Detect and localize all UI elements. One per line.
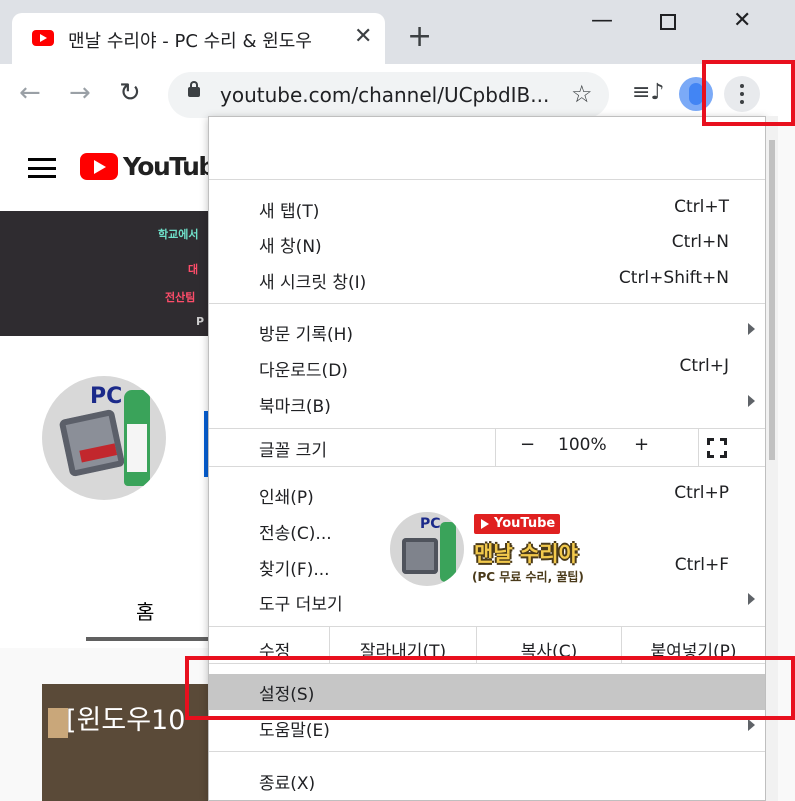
menu-item-shortcut: Ctrl+P — [674, 483, 729, 503]
menu-separator — [209, 466, 765, 467]
menu-item-label: 전송(C)... — [259, 524, 332, 544]
tab-home-underline — [86, 637, 210, 641]
watermark-avatar: PC — [388, 510, 466, 588]
bottle-icon — [440, 522, 456, 582]
menu-separator — [209, 751, 765, 752]
screen: 맨날 수리야 - PC 수리 & 윈도우 ✕ + — ✕ ← → ↻ youtu… — [0, 0, 795, 801]
channel-watermark: PC YouTube 맨날 수리야 (PC 무료 수리, 꿀팁) — [388, 510, 628, 590]
menu-item-bookmarks[interactable]: 북마크(B) — [209, 386, 765, 422]
menu-item-incognito[interactable]: 새 시크릿 창(I) Ctrl+Shift+N — [209, 262, 765, 298]
watermark-channel-name: 맨날 수리야 — [474, 542, 578, 566]
minimize-button[interactable]: — — [591, 8, 613, 34]
menu-item-shortcut: Ctrl+F — [674, 555, 729, 575]
url-text[interactable]: youtube.com/channel/UCpbdIB... — [220, 83, 560, 107]
forward-button[interactable]: → — [69, 78, 91, 108]
channel-banner: 학교에서 대 전산팀 P — [0, 211, 210, 336]
robot-icon — [402, 538, 438, 574]
menu-separator — [209, 179, 765, 180]
zoom-controls: − 100% + — [495, 429, 699, 466]
menu-item-label: 새 시크릿 창(I) — [259, 273, 367, 293]
menu-item-label: 종료(X) — [259, 774, 316, 794]
avatar-pc-text: PC — [90, 384, 123, 409]
menu-item-shortcut: Ctrl+T — [674, 197, 729, 217]
fullscreen-icon[interactable] — [707, 438, 727, 458]
zoom-label: 글꼴 크기 — [259, 441, 327, 461]
menu-item-exit[interactable]: 종료(X) — [209, 763, 765, 799]
thumbnail-tag — [48, 708, 68, 738]
chevron-right-icon — [748, 719, 755, 731]
zoom-out-button[interactable]: − — [520, 434, 535, 455]
maximize-button[interactable] — [660, 14, 676, 30]
menu-item-shortcut: Ctrl+N — [671, 232, 729, 252]
browser-tab[interactable]: 맨날 수리야 - PC 수리 & 윈도우 ✕ — [12, 13, 385, 64]
menu-item-new-tab[interactable]: 새 탭(T) Ctrl+T — [209, 191, 765, 227]
watermark-subtitle: (PC 무료 수리, 꿀팁) — [472, 570, 584, 584]
menu-item-shortcut: Ctrl+Shift+N — [618, 268, 729, 288]
menu-item-label: 다운로드(D) — [259, 361, 348, 381]
back-button[interactable]: ← — [19, 78, 41, 108]
highlight-menu-button — [702, 60, 795, 126]
menu-item-label: 새 창(N) — [259, 237, 322, 257]
zoom-level: 100% — [558, 435, 607, 455]
menu-item-label: 도구 더보기 — [259, 595, 343, 615]
channel-avatar[interactable]: PC — [42, 376, 166, 500]
youtube-favicon-icon — [32, 30, 54, 46]
menu-item-label: 새 탭(T) — [259, 202, 320, 222]
media-control-icon[interactable]: ≡♪ — [632, 80, 664, 106]
chevron-right-icon — [748, 323, 755, 335]
menu-item-print[interactable]: 인쇄(P) Ctrl+P — [209, 477, 765, 513]
menu-item-label: 인쇄(P) — [259, 488, 314, 508]
channel-info: PC — [0, 336, 210, 648]
menu-separator — [209, 303, 765, 304]
menu-item-label: 찾기(F)... — [259, 560, 330, 580]
menu-item-shortcut: Ctrl+J — [679, 356, 729, 376]
close-tab-icon[interactable]: ✕ — [354, 25, 372, 49]
menu-item-new-window[interactable]: 새 창(N) Ctrl+N — [209, 226, 765, 262]
chevron-right-icon — [748, 593, 755, 605]
chevron-right-icon — [748, 395, 755, 407]
video-title: [윈도우10 — [66, 705, 186, 736]
banner-text: 대 — [188, 263, 199, 276]
bookmark-star-icon[interactable]: ☆ — [571, 80, 593, 108]
tab-title: 맨날 수리야 - PC 수리 & 윈도우 — [68, 31, 312, 52]
hamburger-menu-icon[interactable] — [28, 158, 56, 178]
zoom-row: 글꼴 크기 − 100% + — [209, 429, 765, 466]
tab-home[interactable]: 홈 — [136, 596, 154, 625]
youtube-logo-icon[interactable] — [80, 153, 118, 180]
address-bar[interactable]: youtube.com/channel/UCpbdIB... ☆ — [168, 72, 609, 118]
banner-text: P — [196, 315, 205, 328]
reload-button[interactable]: ↻ — [119, 78, 141, 108]
new-tab-button[interactable]: + — [407, 22, 432, 52]
menu-item-history[interactable]: 방문 기록(H) — [209, 314, 765, 350]
menu-item-label: 북마크(B) — [259, 397, 331, 417]
watermark-youtube-badge: YouTube — [474, 514, 561, 534]
robot-icon — [58, 408, 126, 478]
watermark-pc-text: PC — [420, 516, 441, 532]
youtube-header: YouTube — [0, 126, 232, 211]
zoom-in-button[interactable]: + — [634, 434, 649, 455]
menu-item-downloads[interactable]: 다운로드(D) Ctrl+J — [209, 350, 765, 386]
bottle-icon — [124, 390, 150, 486]
lock-icon[interactable] — [188, 81, 200, 97]
highlight-settings — [185, 656, 795, 720]
menu-item-label: 방문 기록(H) — [259, 325, 354, 345]
tab-strip: 맨날 수리야 - PC 수리 & 윈도우 ✕ + — ✕ — [0, 0, 795, 64]
banner-text: 학교에서 — [158, 228, 199, 241]
banner-text: 전산팀 — [165, 291, 196, 304]
close-window-button[interactable]: ✕ — [733, 8, 751, 34]
